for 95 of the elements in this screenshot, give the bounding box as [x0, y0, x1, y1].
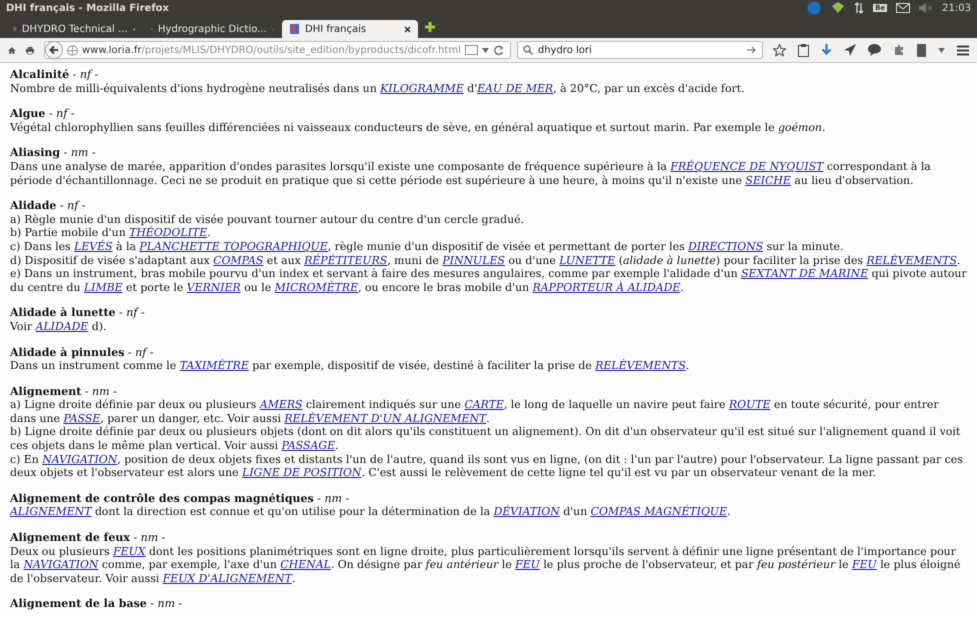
term-link[interactable]: LEVÉS — [74, 240, 113, 253]
term-link[interactable]: COMPAS MAGNÉTIQUE — [590, 505, 728, 518]
favicon-icon — [289, 23, 300, 35]
close-icon[interactable] — [404, 26, 411, 32]
chat-bubble-icon[interactable] — [868, 44, 881, 56]
menu-icon[interactable] — [956, 44, 969, 56]
print-icon[interactable] — [26, 44, 34, 56]
term-link[interactable]: CARTE — [464, 398, 504, 412]
entry-heading: Alidade - nf - — [10, 199, 86, 213]
definition-text: e) Dans un instrument, bras mobile pourvu d'un index et servant à faire des mesures angulaires, comme par exemple l'alidade d'un SEXTANT DE MARINE qui pivote autour du centre du LIMBE et porte le VERNIER ou le MICROMÈTRE, ou encore le bras mobile d'un RAPPORTEUR À ALIDADE. — [10, 267, 967, 294]
term-link[interactable]: RELÈVEMENTS — [866, 254, 957, 267]
back-icon[interactable] — [44, 41, 63, 59]
definition-text: Végétal chlorophyllien sans feuilles différenciées ni vaisseaux conducteurs de sève, en général aquatique et surtout marin. Par exemple le goémon. — [10, 120, 826, 134]
term-link[interactable]: LIGNE DE POSITION — [242, 466, 362, 480]
puzzle-icon[interactable] — [892, 44, 905, 56]
term-link[interactable]: DIRECTIONS — [688, 240, 764, 253]
definition-text: a) Ligne droite définie par deux ou plusieurs AMERS clairement indiqués sur une CARTE, le long de laquelle un navire peut faire ROUTE en toute sécurité, pour entrer dans une PASSE, parer un danger, etc. Voir aussi RELÈVEMENT D'UN ALIGNEMENT. — [10, 398, 940, 426]
term-link[interactable]: CHENAL — [280, 558, 331, 572]
term-link[interactable]: VERNIER — [186, 280, 241, 294]
term-link[interactable]: FEU — [852, 558, 877, 572]
entry-heading: Algue - nf - — [10, 107, 76, 121]
term-link[interactable]: ALIDADE — [36, 320, 88, 333]
term-link[interactable]: RELÈVEMENT D'UN ALIGNEMENT — [284, 412, 486, 425]
search-field[interactable]: dhydro lori — [516, 41, 763, 59]
browser-tab[interactable]: Hydrographic Dictio... — [144, 20, 280, 38]
entry-heading: Alidade à pinnules - nf - — [10, 346, 155, 360]
definition-text: Dans un instrument comme le TAXIMÈTRE par exemple, dispositif de visée, destiné à faciliter la prise de RELÈVEMENTS. — [10, 359, 690, 373]
term-link[interactable]: DÉVIATION — [494, 505, 560, 518]
term-link[interactable]: KILOGRAMME — [380, 82, 464, 95]
star-icon[interactable] — [772, 44, 786, 56]
definition-text: Voir ALIDADE d). — [10, 320, 108, 334]
definition-text: c) En NAVIGATION, position de deux objets fixes et distants l'un de l'autre, quand ils sont vus en ligne, (on dit : l'un par l'autre) pour l'observateur. La ligne passant par ces deux objets et l'observateur est alors une LIGNE DE POSITION. C'est aussi le relèvement de cette ligne tel qu'il est vu par un observateur venant de la mer. — [10, 452, 964, 480]
definition-text: b) Ligne droite définie par deux ou plusieurs objets (dont on dit alors qu'ils constituent un alignement). On dit d'un observateur qu'il est situé sur l'alignement quand il voit ces objets dans le même plan vertical. Voir aussi PASSAGE. — [10, 425, 962, 453]
definition-text: Deux ou plusieurs FEUX dont les positions planimétriques sont en ligne droite, plus particulièrement lorsqu'ils servent à définir une ligne présentant de l'importance pour la NAVIGATION comme, par exemple, l'axe d'un CHENAL. On désigne par feu antérieur le FEU le plus proche de l'observateur, et par feu postérieur le FEU le plus éloigné de l'observateur. Voir aussi FEUX D'ALIGNEMENT. — [10, 544, 962, 586]
definition-text: d) Dispositif de visée s'adaptant aux COMPAS et aux RÉPÉTITEURS, muni de PINNULES ou d'une LUNETTE (alidade à lunette) pour faciliter la prise des RELÈVEMENTS. — [10, 254, 962, 268]
term-link[interactable]: FEU — [515, 558, 540, 572]
term-link[interactable]: PLANCHETTE TOPOGRAPHIQUE — [139, 240, 328, 253]
clock[interactable]: 21:03 — [942, 2, 971, 14]
term-link[interactable]: RÉPÉTITEURS — [304, 254, 388, 267]
term-link[interactable]: NAVIGATION — [42, 452, 118, 466]
definition-text: Nombre de milli-équivalents d'ions hydrogène neutralisés dans un KILOGRAMME d'EAU DE MER, à 20°C, par un excès d'acide fort. — [10, 82, 746, 96]
term-link[interactable]: LIMBE — [84, 280, 123, 294]
mail-icon[interactable] — [896, 3, 910, 13]
term-link[interactable]: FEUX D'ALIGNEMENT — [162, 572, 292, 585]
term-link[interactable]: ROUTE — [728, 398, 770, 412]
entry-heading: Alignement de contrôle des compas magnétiques - nm - — [10, 492, 350, 506]
term-link[interactable]: NAVIGATION — [23, 558, 98, 572]
term-link[interactable]: FRÉQUENCE DE NYQUIST — [670, 160, 824, 173]
entry-heading: Alignement de la base - nm - — [10, 597, 184, 611]
term-link[interactable]: THÉODOLITE — [129, 226, 208, 240]
term-link[interactable]: TAXIMÈTRE — [180, 359, 249, 372]
reload-icon[interactable] — [492, 44, 504, 56]
paper-plane-icon[interactable] — [844, 44, 856, 56]
term-link[interactable]: PASSAGE — [282, 439, 336, 452]
home-icon[interactable] — [8, 44, 16, 56]
definition-text: a) Règle munie d'un dispositif de visée pouvant tourner autour du centre d'un cercle gradué. — [10, 212, 526, 226]
search-icon — [522, 45, 533, 55]
term-link[interactable]: EAU DE MER — [477, 82, 554, 95]
term-link[interactable]: LUNETTE — [559, 254, 616, 267]
term-link[interactable]: PASSE — [63, 412, 100, 425]
term-link[interactable]: ALIGNEMENT — [10, 505, 92, 518]
dropdown-caret-icon[interactable] — [482, 48, 489, 52]
entry-heading: Alidade à lunette - nf - — [10, 306, 146, 320]
term-link[interactable]: FEUX — [113, 544, 146, 558]
definition-text: ALIGNEMENT dont la direction est connue et qu'on utilise pour la détermination de la DÉVIATION d'un COMPAS MAGNÉTIQUE. — [10, 505, 732, 520]
speaker-muted-icon[interactable] — [919, 3, 934, 13]
term-link[interactable]: SEICHE — [745, 174, 791, 187]
download-icon[interactable] — [820, 44, 832, 56]
window-title: DHI français - Mozilla Firefox — [6, 2, 169, 14]
definition-text: b) Partie mobile d'un THÉODOLITE. — [10, 226, 212, 240]
browser-tab[interactable]: DHYDRO Technical ... — [6, 20, 142, 38]
term-link[interactable]: MICROMÈTRE — [274, 280, 358, 294]
entry-heading: Aliasing - nm - — [10, 146, 97, 160]
address-bar[interactable]: www.loria.fr/projets/MLIS/DHYDRO/outils/site_edition/byproducts/dicofr.html — [44, 41, 511, 59]
term-link[interactable]: RAPPORTEUR À ALIDADE — [532, 280, 680, 294]
term-link[interactable]: COMPAS — [213, 254, 264, 267]
arrow-right-icon[interactable] — [746, 46, 757, 54]
transfer-arrows-icon[interactable] — [854, 2, 864, 14]
term-link[interactable]: SEXTANT DE MARINE — [741, 267, 868, 280]
definition-text: c) Dans les LEVÉS à la PLANCHETTE TOPOGRAPHIQUE, règle munie d'un dispositif de visée et permettant de porter les DIRECTIONS sur la minute. — [10, 240, 844, 254]
new-tab-icon[interactable] — [424, 21, 436, 33]
term-link[interactable]: PINNULES — [442, 254, 505, 267]
url-text: www.loria.fr/projets/MLIS/DHYDRO/outils/site_edition/byproducts/dicofr.html — [82, 44, 461, 56]
term-link[interactable]: AMERS — [260, 398, 302, 412]
entry-heading: Alignement de feux - nm - — [10, 531, 166, 545]
dropdown-caret-icon[interactable] — [938, 48, 945, 52]
clipboard-icon[interactable] — [798, 44, 809, 56]
browser-tab[interactable]: DHI français — [282, 20, 418, 38]
term-link[interactable]: RELÈVEMENTS — [595, 359, 686, 372]
globe-icon — [66, 44, 78, 56]
definition-text: Dans une analyse de marée, apparition d'ondes parasites lorsqu'il existe une composante de fréquence supérieure à la FRÉQUENCE DE NYQUIST correspondant à la période d'échantillonnage. Ceci ne se produit en pratique que si cette période est supérieure à une heure, à moins qu'il n'existe une SEICHE au lieu d'observation. — [10, 160, 932, 188]
reader-icon[interactable] — [464, 45, 478, 55]
entry-heading: Alcalinité - nf - — [10, 68, 100, 82]
entry-heading: Alignement - nm - — [10, 384, 118, 398]
phone-icon[interactable] — [916, 44, 926, 56]
